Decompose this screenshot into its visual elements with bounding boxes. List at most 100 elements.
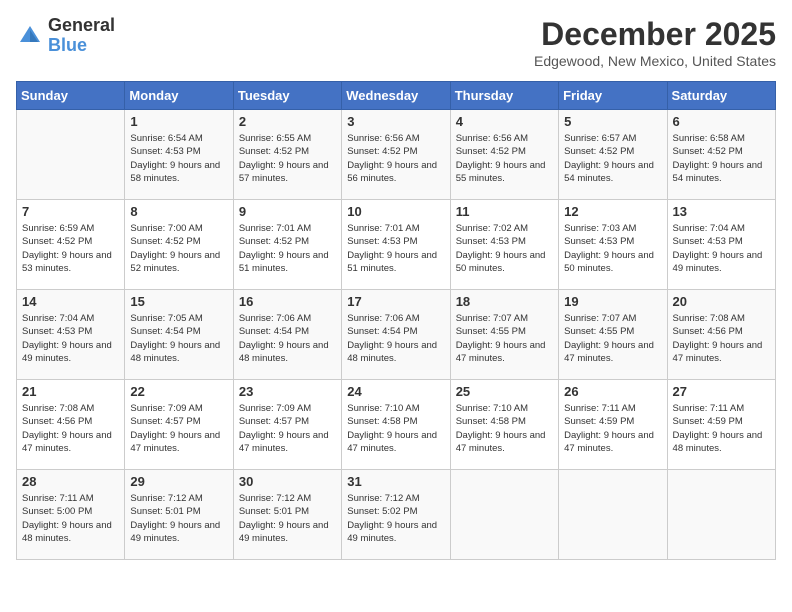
calendar-day-cell: 22 Sunrise: 7:09 AMSunset: 4:57 PMDayligh… bbox=[125, 380, 233, 470]
day-number: 26 bbox=[564, 384, 661, 399]
logo-text: General Blue bbox=[48, 16, 115, 56]
calendar-day-cell: 30Sunrise: 7:12 AMSunset: 5:01 PMDayligh… bbox=[233, 470, 341, 560]
calendar-day-cell: 20 Sunrise: 7:08 AMSunset: 4:56 PMDayligh… bbox=[667, 290, 775, 380]
calendar-day-cell: 15Sunrise: 7:05 AMSunset: 4:54 PMDayligh… bbox=[125, 290, 233, 380]
day-info: Sunrise: 7:11 AMSunset: 4:59 PMDaylight:… bbox=[564, 402, 661, 455]
calendar-day-cell: 8Sunrise: 7:00 AMSunset: 4:52 PMDaylight… bbox=[125, 200, 233, 290]
day-info: Sunrise: 7:06 AMSunset: 4:54 PMDaylight:… bbox=[239, 312, 336, 365]
day-number: 14 bbox=[22, 294, 119, 309]
day-number: 16 bbox=[239, 294, 336, 309]
calendar-week-row: 7 Sunrise: 6:59 AMSunset: 4:52 PMDaylight… bbox=[17, 200, 776, 290]
day-number: 4 bbox=[456, 114, 553, 129]
day-info: Sunrise: 7:09 AMSunset: 4:57 PMDaylight:… bbox=[239, 402, 336, 455]
day-number: 9 bbox=[239, 204, 336, 219]
weekday-header: Monday bbox=[125, 82, 233, 110]
day-number: 24 bbox=[347, 384, 444, 399]
day-info: Sunrise: 7:11 AMSunset: 4:59 PMDaylight:… bbox=[673, 402, 770, 455]
logo-line1: General bbox=[48, 16, 115, 36]
day-number: 22 bbox=[130, 384, 227, 399]
day-info: Sunrise: 6:57 AMSunset: 4:52 PMDaylight:… bbox=[564, 132, 661, 185]
day-number: 23 bbox=[239, 384, 336, 399]
month-title: December 2025 bbox=[534, 16, 776, 53]
day-number: 27 bbox=[673, 384, 770, 399]
day-info: Sunrise: 7:07 AMSunset: 4:55 PMDaylight:… bbox=[456, 312, 553, 365]
day-number: 7 bbox=[22, 204, 119, 219]
day-number: 1 bbox=[130, 114, 227, 129]
weekday-header: Tuesday bbox=[233, 82, 341, 110]
day-info: Sunrise: 7:01 AMSunset: 4:52 PMDaylight:… bbox=[239, 222, 336, 275]
calendar-day-cell: 21 Sunrise: 7:08 AMSunset: 4:56 PMDayligh… bbox=[17, 380, 125, 470]
calendar-week-row: 28 Sunrise: 7:11 AMSunset: 5:00 PMDayligh… bbox=[17, 470, 776, 560]
day-info: Sunrise: 7:08 AMSunset: 4:56 PMDaylight:… bbox=[673, 312, 770, 365]
weekday-header: Wednesday bbox=[342, 82, 450, 110]
weekday-header: Friday bbox=[559, 82, 667, 110]
day-info: Sunrise: 7:11 AMSunset: 5:00 PMDaylight:… bbox=[22, 492, 119, 545]
day-info: Sunrise: 6:56 AMSunset: 4:52 PMDaylight:… bbox=[456, 132, 553, 185]
calendar-header: SundayMondayTuesdayWednesdayThursdayFrid… bbox=[17, 82, 776, 110]
day-info: Sunrise: 6:54 AMSunset: 4:53 PMDaylight:… bbox=[130, 132, 227, 185]
title-section: December 2025 Edgewood, New Mexico, Unit… bbox=[534, 16, 776, 69]
logo-line2: Blue bbox=[48, 36, 115, 56]
day-number: 6 bbox=[673, 114, 770, 129]
calendar-day-cell bbox=[17, 110, 125, 200]
calendar-day-cell: 5 Sunrise: 6:57 AMSunset: 4:52 PMDaylight… bbox=[559, 110, 667, 200]
day-info: Sunrise: 7:04 AMSunset: 4:53 PMDaylight:… bbox=[673, 222, 770, 275]
calendar-day-cell: 2 Sunrise: 6:55 AMSunset: 4:52 PMDaylight… bbox=[233, 110, 341, 200]
day-number: 12 bbox=[564, 204, 661, 219]
weekday-row: SundayMondayTuesdayWednesdayThursdayFrid… bbox=[17, 82, 776, 110]
day-info: Sunrise: 6:56 AMSunset: 4:52 PMDaylight:… bbox=[347, 132, 444, 185]
calendar-day-cell: 11 Sunrise: 7:02 AMSunset: 4:53 PMDayligh… bbox=[450, 200, 558, 290]
day-number: 11 bbox=[456, 204, 553, 219]
calendar-body: 1 Sunrise: 6:54 AMSunset: 4:53 PMDaylight… bbox=[17, 110, 776, 560]
day-info: Sunrise: 7:08 AMSunset: 4:56 PMDaylight:… bbox=[22, 402, 119, 455]
logo-icon bbox=[16, 22, 44, 50]
day-number: 21 bbox=[22, 384, 119, 399]
day-info: Sunrise: 7:10 AMSunset: 4:58 PMDaylight:… bbox=[347, 402, 444, 455]
calendar-day-cell: 3 Sunrise: 6:56 AMSunset: 4:52 PMDaylight… bbox=[342, 110, 450, 200]
calendar-day-cell: 6Sunrise: 6:58 AMSunset: 4:52 PMDaylight… bbox=[667, 110, 775, 200]
day-info: Sunrise: 7:02 AMSunset: 4:53 PMDaylight:… bbox=[456, 222, 553, 275]
day-number: 2 bbox=[239, 114, 336, 129]
day-info: Sunrise: 7:06 AMSunset: 4:54 PMDaylight:… bbox=[347, 312, 444, 365]
day-number: 30 bbox=[239, 474, 336, 489]
day-number: 10 bbox=[347, 204, 444, 219]
day-info: Sunrise: 7:12 AMSunset: 5:01 PMDaylight:… bbox=[130, 492, 227, 545]
calendar-day-cell: 28 Sunrise: 7:11 AMSunset: 5:00 PMDayligh… bbox=[17, 470, 125, 560]
calendar-day-cell: 4 Sunrise: 6:56 AMSunset: 4:52 PMDaylight… bbox=[450, 110, 558, 200]
day-number: 3 bbox=[347, 114, 444, 129]
calendar-week-row: 1 Sunrise: 6:54 AMSunset: 4:53 PMDaylight… bbox=[17, 110, 776, 200]
day-info: Sunrise: 7:04 AMSunset: 4:53 PMDaylight:… bbox=[22, 312, 119, 365]
calendar-day-cell: 9 Sunrise: 7:01 AMSunset: 4:52 PMDaylight… bbox=[233, 200, 341, 290]
weekday-header: Thursday bbox=[450, 82, 558, 110]
calendar-day-cell: 29 Sunrise: 7:12 AMSunset: 5:01 PMDayligh… bbox=[125, 470, 233, 560]
logo: General Blue bbox=[16, 16, 115, 56]
calendar-week-row: 21 Sunrise: 7:08 AMSunset: 4:56 PMDayligh… bbox=[17, 380, 776, 470]
calendar-day-cell: 12 Sunrise: 7:03 AMSunset: 4:53 PMDayligh… bbox=[559, 200, 667, 290]
calendar-day-cell: 17Sunrise: 7:06 AMSunset: 4:54 PMDayligh… bbox=[342, 290, 450, 380]
calendar-day-cell: 23 Sunrise: 7:09 AMSunset: 4:57 PMDayligh… bbox=[233, 380, 341, 470]
day-info: Sunrise: 7:03 AMSunset: 4:53 PMDaylight:… bbox=[564, 222, 661, 275]
calendar-day-cell: 27 Sunrise: 7:11 AMSunset: 4:59 PMDayligh… bbox=[667, 380, 775, 470]
calendar-day-cell bbox=[559, 470, 667, 560]
day-number: 18 bbox=[456, 294, 553, 309]
calendar-day-cell: 13 Sunrise: 7:04 AMSunset: 4:53 PMDayligh… bbox=[667, 200, 775, 290]
day-number: 28 bbox=[22, 474, 119, 489]
day-number: 31 bbox=[347, 474, 444, 489]
calendar-day-cell: 14 Sunrise: 7:04 AMSunset: 4:53 PMDayligh… bbox=[17, 290, 125, 380]
day-info: Sunrise: 6:55 AMSunset: 4:52 PMDaylight:… bbox=[239, 132, 336, 185]
day-number: 20 bbox=[673, 294, 770, 309]
calendar-day-cell bbox=[667, 470, 775, 560]
day-info: Sunrise: 7:01 AMSunset: 4:53 PMDaylight:… bbox=[347, 222, 444, 275]
calendar-day-cell: 7 Sunrise: 6:59 AMSunset: 4:52 PMDaylight… bbox=[17, 200, 125, 290]
calendar-day-cell: 31Sunrise: 7:12 AMSunset: 5:02 PMDayligh… bbox=[342, 470, 450, 560]
location: Edgewood, New Mexico, United States bbox=[534, 53, 776, 69]
calendar-day-cell: 25Sunrise: 7:10 AMSunset: 4:58 PMDayligh… bbox=[450, 380, 558, 470]
day-number: 29 bbox=[130, 474, 227, 489]
day-info: Sunrise: 6:59 AMSunset: 4:52 PMDaylight:… bbox=[22, 222, 119, 275]
calendar-day-cell: 18 Sunrise: 7:07 AMSunset: 4:55 PMDayligh… bbox=[450, 290, 558, 380]
day-number: 13 bbox=[673, 204, 770, 219]
day-info: Sunrise: 7:09 AMSunset: 4:57 PMDaylight:… bbox=[130, 402, 227, 455]
calendar-day-cell: 1 Sunrise: 6:54 AMSunset: 4:53 PMDaylight… bbox=[125, 110, 233, 200]
day-number: 5 bbox=[564, 114, 661, 129]
calendar-table: SundayMondayTuesdayWednesdayThursdayFrid… bbox=[16, 81, 776, 560]
